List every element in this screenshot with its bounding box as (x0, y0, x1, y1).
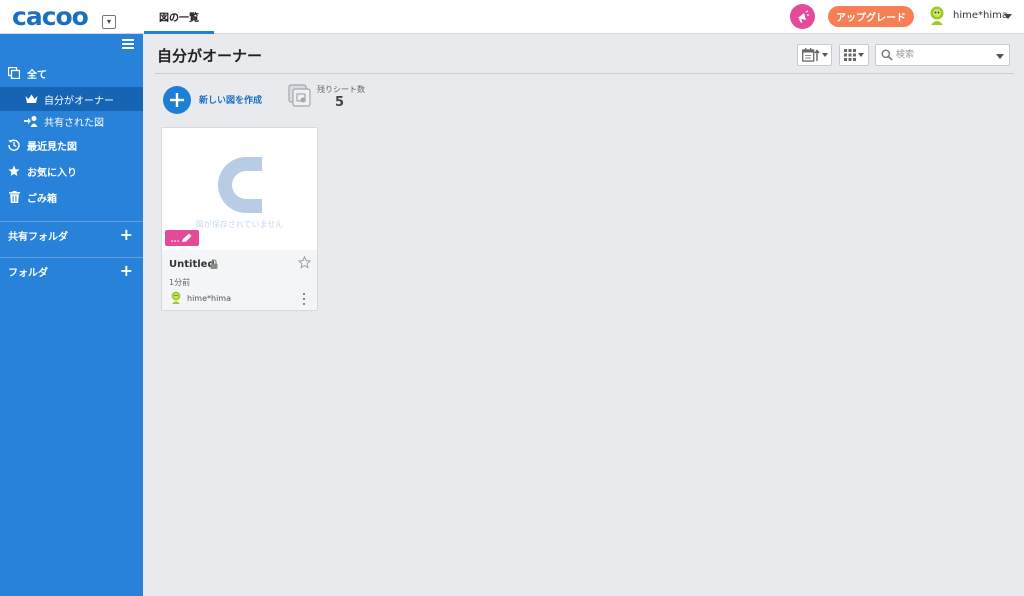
owner-avatar (171, 291, 181, 304)
tab-diagram-list[interactable]: 図の一覧 (144, 0, 214, 34)
search-box[interactable] (875, 44, 1010, 66)
diagram-owner-name: hime*hima (187, 294, 231, 303)
caret-down-icon (858, 53, 864, 57)
diagram-thumbnail[interactable]: 図が保存されていません (162, 128, 317, 250)
sidebar-divider (0, 257, 143, 258)
notification-button[interactable] (790, 4, 815, 29)
pencil-icon (171, 233, 192, 242)
sidebar-item-owned[interactable]: 自分がオーナー (0, 87, 143, 111)
grid-view-icon (844, 49, 856, 61)
add-shared-folder-icon[interactable]: + (120, 227, 133, 243)
user-avatar[interactable] (928, 6, 946, 26)
new-diagram-button[interactable] (163, 86, 191, 114)
sort-button[interactable] (797, 44, 832, 66)
add-folder-icon[interactable]: + (120, 263, 133, 279)
sidebar-divider (0, 221, 143, 222)
plus-icon (170, 93, 184, 107)
title-divider (155, 73, 1014, 74)
sidebar-section-folders[interactable]: フォルダ + (0, 261, 143, 281)
sidebar-item-label: 全て (27, 69, 47, 81)
cacoo-logo[interactable]: cacoo (12, 2, 89, 31)
sidebar-item-shared[interactable]: 共有された図 (0, 109, 143, 133)
sidebar-item-trash[interactable]: ごみ箱 (0, 185, 143, 209)
megaphone-icon (797, 9, 809, 23)
top-bar: cacoo ▾ 図の一覧 アップグレード hime*hima (0, 0, 1024, 34)
not-saved-message: 図が保存されていません (195, 220, 284, 229)
search-options-caret-icon[interactable] (996, 54, 1004, 59)
edit-button[interactable] (165, 230, 199, 246)
sidebar-item-label: お気に入り (27, 167, 77, 179)
shared-user-icon (24, 114, 38, 128)
search-input[interactable] (896, 48, 992, 62)
copy-icon (7, 66, 21, 80)
user-menu-caret-icon[interactable] (1004, 14, 1012, 19)
page-title: 自分がオーナー (157, 47, 263, 65)
section-label: フォルダ (8, 267, 48, 279)
favorite-star-icon[interactable] (298, 256, 311, 269)
sheets-icon (288, 84, 311, 107)
sidebar-item-all[interactable]: 全て (0, 61, 143, 85)
sidebar: 全て 自分がオーナー 共有された図 最近見た図 お気に入り ごみ箱 共有フォルダ… (0, 34, 143, 596)
calendar-sort-icon (801, 48, 820, 62)
crown-icon (24, 92, 38, 106)
star-icon (7, 164, 21, 178)
new-diagram-label[interactable]: 新しい図を作成 (199, 93, 262, 106)
sidebar-item-label: 共有された図 (44, 117, 104, 129)
remaining-sheets-count: 5 (335, 95, 345, 110)
more-options-icon[interactable] (302, 293, 306, 305)
sidebar-section-shared-folders[interactable]: 共有フォルダ + (0, 225, 143, 245)
logo-text: cacoo (12, 2, 89, 31)
sidebar-item-favorites[interactable]: お気に入り (0, 159, 143, 183)
user-name[interactable]: hime*hima (953, 10, 1008, 21)
sidebar-item-label: ごみ箱 (27, 193, 57, 205)
sidebar-item-label: 自分がオーナー (44, 95, 114, 107)
app-menu-dropdown[interactable]: ▾ (102, 15, 116, 29)
trash-icon (7, 190, 21, 204)
section-label: 共有フォルダ (8, 231, 68, 243)
diagram-card[interactable]: 図が保存されていません Untitled 1分前 hime*hima (161, 127, 318, 311)
search-icon (881, 49, 893, 61)
caret-down-icon (821, 53, 828, 57)
view-mode-button[interactable] (839, 44, 869, 66)
lock-icon (210, 259, 218, 269)
diagram-updated-time: 1分前 (169, 278, 191, 287)
history-icon (7, 138, 21, 152)
sidebar-item-recent[interactable]: 最近見た図 (0, 133, 143, 157)
cacoo-c-placeholder-icon (218, 157, 262, 213)
hamburger-menu-icon[interactable] (122, 39, 134, 49)
upgrade-button[interactable]: アップグレード (828, 6, 914, 27)
sidebar-item-label: 最近見た図 (27, 141, 77, 153)
remaining-sheets-label: 残りシート数 (317, 85, 365, 94)
diagram-title[interactable]: Untitled (169, 259, 215, 270)
